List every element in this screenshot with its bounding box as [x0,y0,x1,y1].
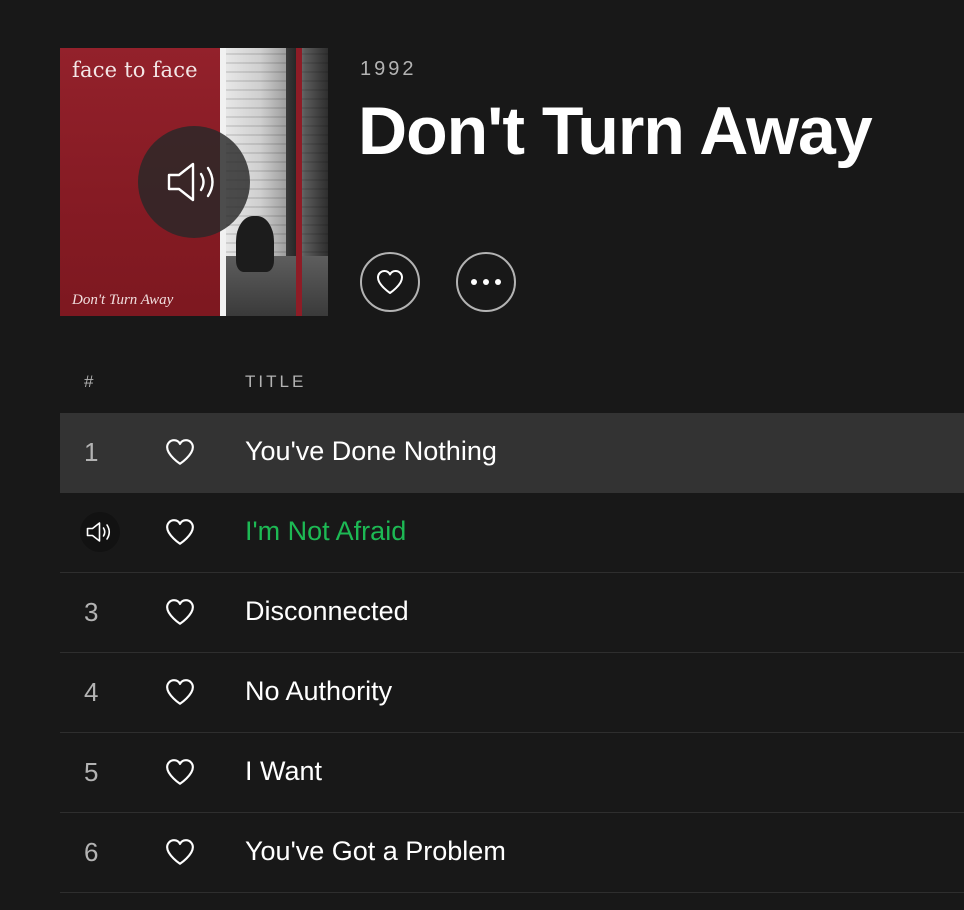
cover-now-playing-button[interactable] [138,126,250,238]
cover-band-name: face to face [72,58,198,82]
track-title: I Want [245,756,323,786]
cover-album-name: Don't Turn Away [72,292,174,308]
track-title: I'm Not Afraid [245,516,407,546]
track-like-button[interactable] [164,757,196,787]
track-like-button[interactable] [164,517,196,547]
track-number: 6 [84,837,99,867]
heart-outline-icon [377,270,403,294]
track-title: You've Got a Problem [245,836,506,866]
speaker-icon [86,522,111,542]
track-number: 4 [84,677,99,707]
track-row[interactable]: I'm Not Afraid [60,493,964,573]
track-row[interactable]: 5 I Want [60,733,964,813]
track-number: 1 [84,437,99,467]
track-row[interactable]: 6 You've Got a Problem [60,813,964,893]
like-album-button[interactable] [360,252,420,312]
heart-outline-icon [166,519,194,545]
now-playing-indicator [80,512,120,552]
album-year: 1992 [360,58,417,80]
track-row[interactable]: 1 You've Done Nothing [60,413,964,493]
album-cover[interactable]: face to face Don't Turn Away [60,48,328,316]
track-row[interactable]: 3 Disconnected [60,573,964,653]
more-options-button[interactable] [456,252,516,312]
track-like-button[interactable] [164,677,196,707]
cover-photo-figure [236,216,274,272]
heart-outline-icon [166,599,194,625]
track-number: 3 [84,597,99,627]
track-title: You've Done Nothing [245,436,497,466]
track-like-button[interactable] [164,437,196,467]
heart-outline-icon [166,759,194,785]
album-page: face to face Don't Turn Away 1992 Don't … [0,0,964,910]
cover-stripe-right [296,48,302,316]
track-row[interactable]: 4 No Authority [60,653,964,733]
column-header-title[interactable]: TITLE [245,372,306,392]
speaker-icon [167,162,214,202]
track-title: No Authority [245,676,393,706]
heart-outline-icon [166,679,194,705]
heart-outline-icon [166,439,194,465]
track-title: Disconnected [245,596,409,626]
track-number: 5 [84,757,99,787]
column-header-number: # [84,372,97,391]
ellipsis-icon [471,279,501,285]
track-like-button[interactable] [164,837,196,867]
track-like-button[interactable] [164,597,196,627]
track-list: 1 You've Done Nothing I'm Not Afraid 3 D… [60,413,964,893]
album-title: Don't Turn Away [358,93,873,169]
heart-outline-icon [166,839,194,865]
